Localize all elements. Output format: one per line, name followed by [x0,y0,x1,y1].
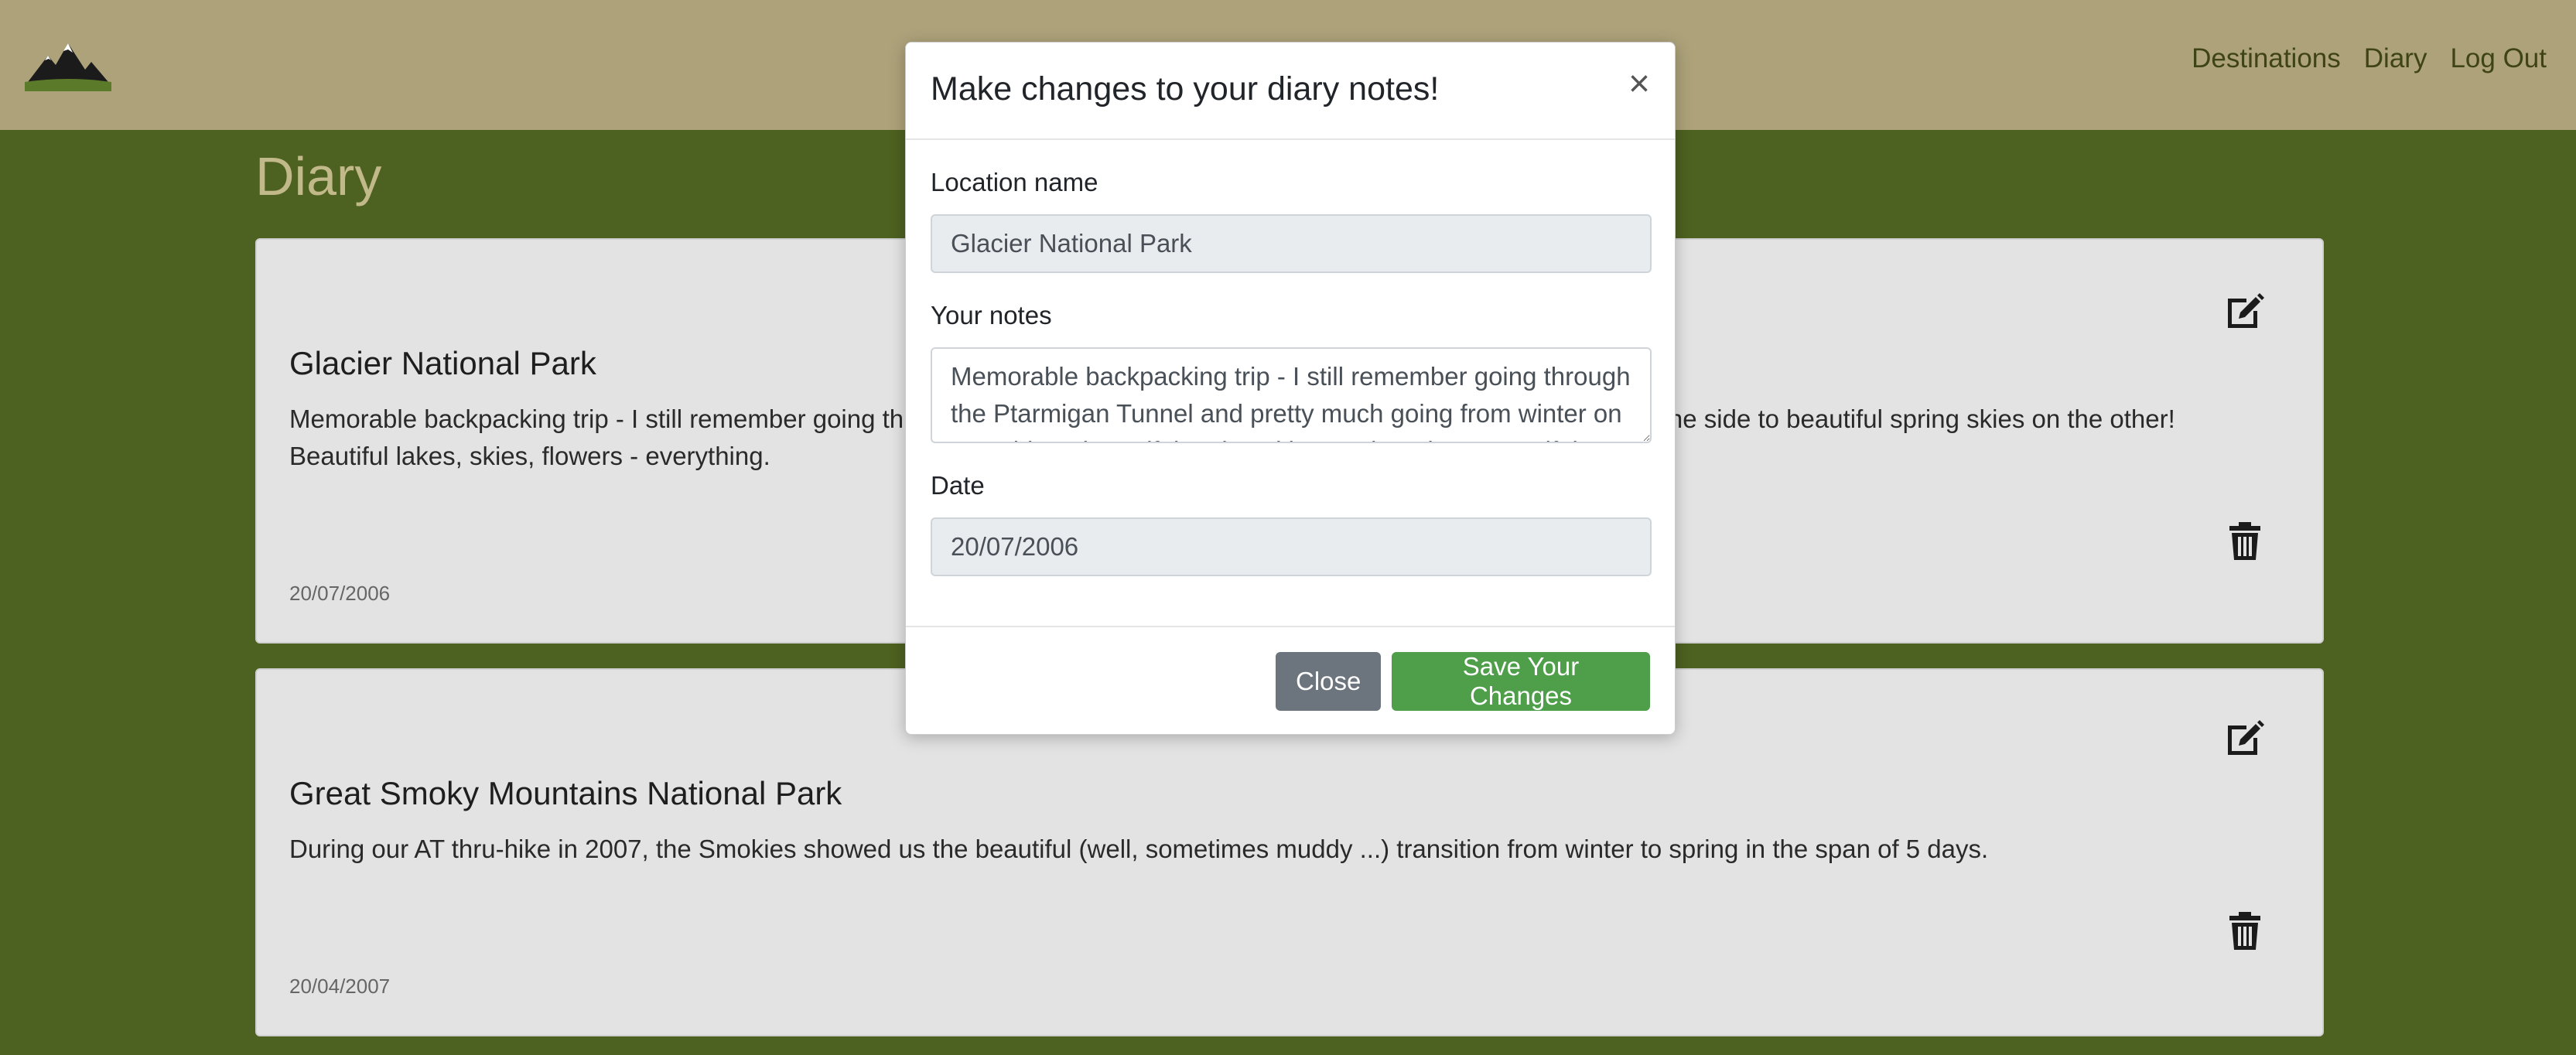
notes-textarea[interactable]: Memorable backpacking trip - I still rem… [931,347,1652,443]
location-name-input[interactable] [931,214,1652,273]
modal-footer: Close Save Your Changes [906,626,1675,736]
modal-title: Make changes to your diary notes! [931,70,1440,108]
notes-label: Your notes [931,301,1052,329]
location-label: Location name [931,168,1098,196]
date-label: Date [931,471,985,500]
date-input[interactable] [931,517,1652,576]
close-button[interactable]: Close [1276,652,1381,711]
modal-header: Make changes to your diary notes! × [906,43,1675,140]
save-changes-button[interactable]: Save Your Changes [1392,652,1650,711]
close-icon[interactable]: × [1628,66,1650,103]
edit-diary-modal: Make changes to your diary notes! × Loca… [905,42,1676,735]
